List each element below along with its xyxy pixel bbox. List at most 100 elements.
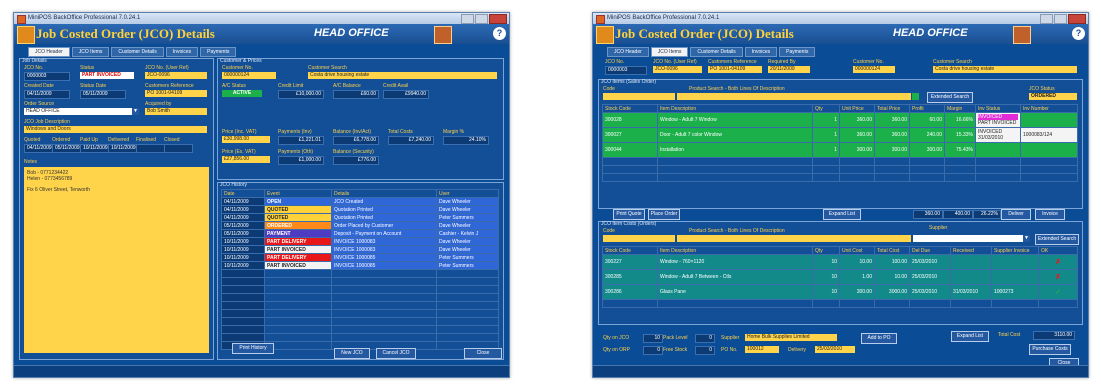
jco-user-ref-label: JCO No. (User Ref) xyxy=(653,59,697,65)
tab-jco-items[interactable]: JCO Items xyxy=(650,47,689,57)
jco-user-ref-field[interactable]: JCO-0096 xyxy=(145,72,207,79)
jco-no-field[interactable]: 0000003 xyxy=(24,72,70,81)
maximize-button[interactable] xyxy=(1054,14,1067,24)
column-header[interactable]: Unit Cost xyxy=(839,246,875,255)
table-row[interactable]: 10/11/2009 PART INVOICED INVOICE 1000083 Da… xyxy=(221,245,499,254)
chevron-down-icon[interactable]: ▼ xyxy=(132,108,139,115)
job-description-field[interactable]: Windows and Doors xyxy=(24,126,207,133)
column-header[interactable]: Del Due xyxy=(909,246,951,255)
purchase-costs-button[interactable]: Purchase Costs xyxy=(1029,344,1071,355)
chevron-down-icon[interactable]: ▼ xyxy=(1023,235,1030,242)
close-button[interactable]: Close xyxy=(464,348,502,359)
minimize-button[interactable] xyxy=(461,14,474,24)
supplier-select[interactable] xyxy=(913,235,1025,242)
print-quote-button[interactable]: Print Quote xyxy=(613,209,645,220)
column-header[interactable]: Event xyxy=(264,189,332,198)
customer-search-field[interactable]: Costa drive housing estate xyxy=(308,72,497,79)
tab-payments[interactable]: Payments xyxy=(779,47,816,57)
status-date-field[interactable]: 05/11/2009 xyxy=(80,90,126,99)
table-row[interactable]: 10/11/2009 PART DELIVERY INVOICE 1000083 Da… xyxy=(221,237,499,246)
table-row[interactable]: 05/11/2009 PAYMENT Deposit - Payment on Ac… xyxy=(221,229,499,238)
customer-ref-field[interactable]: PO 1001-04109 xyxy=(145,90,207,97)
table-row[interactable]: 300285 Window - Adult 7 Between - Ctls 10 1… xyxy=(602,269,1078,285)
table-row[interactable]: 300028 Window - Adult 7 Window 1 360.00 360.… xyxy=(602,112,1078,128)
tab-customer-details[interactable]: Customer Details xyxy=(111,47,164,57)
maximize-button[interactable] xyxy=(475,14,488,24)
table-row[interactable]: 10/11/2009 PART DELIVERY INVOICE 1000085 Pe… xyxy=(221,253,499,262)
extended-search-button[interactable]: Extended Search xyxy=(1035,234,1079,245)
table-row[interactable]: 05/11/2009 ORDERED Order Placed by Custome… xyxy=(221,221,499,230)
column-header[interactable]: OK xyxy=(1038,246,1078,255)
help-icon[interactable]: ? xyxy=(493,27,506,40)
cost-code-input[interactable] xyxy=(603,235,675,242)
created-date-field[interactable]: 04/11/2009 xyxy=(24,90,70,99)
jco-history-panel: JCO History Date Event Details User 04/1… xyxy=(217,182,504,360)
close-window-button[interactable] xyxy=(489,14,507,24)
help-icon[interactable]: ? xyxy=(1072,27,1085,40)
column-header[interactable]: Received xyxy=(950,246,992,255)
expand-list-button[interactable]: Expand List xyxy=(823,209,861,220)
column-header[interactable]: Date xyxy=(221,189,265,198)
close-window-button[interactable] xyxy=(1068,14,1086,24)
minimize-button[interactable] xyxy=(1040,14,1053,24)
notes-field[interactable]: Bob - 0771234422 Helen - 0773456789 Fix … xyxy=(24,167,209,353)
table-row[interactable]: 04/11/2009 QUOTED Quotation Printed Dave Wh… xyxy=(221,205,499,214)
customer-no-field[interactable]: 000000124 xyxy=(222,72,276,79)
new-jco-button[interactable]: New JCO xyxy=(334,348,370,359)
column-header[interactable]: Qty xyxy=(812,104,840,113)
table-row[interactable]: 300227 Window - 760×1120 10 10.00 100.00 25/0… xyxy=(602,254,1078,270)
cancel-jco-button[interactable]: Cancel JCO xyxy=(376,348,416,359)
column-header[interactable]: Qty xyxy=(812,246,840,255)
table-row[interactable]: 300044 Installation 1 300.00 300.00 300.00 75.… xyxy=(602,142,1078,158)
table-row[interactable]: 04/11/2009 QUOTED Quotation Printed Peter S… xyxy=(221,213,499,222)
extended-search-button[interactable]: Extended Search xyxy=(927,92,973,103)
tab-payments[interactable]: Payments xyxy=(200,47,237,57)
code-input[interactable] xyxy=(603,93,675,100)
table-row[interactable]: 10/11/2009 PART INVOICED INVOICE 1000085 Pe… xyxy=(221,261,499,270)
empty-cell xyxy=(839,165,875,174)
column-header[interactable]: Margin xyxy=(944,104,976,113)
table-row[interactable]: 300027 Door - Adult 7 color Window 1 360.00… xyxy=(602,127,1078,143)
column-header[interactable]: Stock Code xyxy=(602,104,658,113)
column-header[interactable]: Inv Number xyxy=(1020,104,1078,113)
logo-icon xyxy=(17,26,35,44)
deliver-button[interactable]: Deliver xyxy=(1001,209,1031,220)
column-header[interactable]: Supplier Invoice xyxy=(991,246,1039,255)
column-header[interactable]: Profit xyxy=(909,104,945,113)
column-header[interactable]: Total Price xyxy=(874,104,910,113)
tab-jco-header[interactable]: JCO Header xyxy=(28,47,70,57)
column-header[interactable]: Item Description xyxy=(657,246,813,255)
history-event: QUOTED xyxy=(264,213,332,222)
cost-product-search-input[interactable] xyxy=(677,235,911,242)
column-header[interactable]: User xyxy=(436,189,499,198)
tab-jco-header[interactable]: JCO Header xyxy=(607,47,649,57)
history-details: Deposit - Payment on Account xyxy=(331,229,437,238)
history-event: PART INVOICED xyxy=(264,245,332,254)
empty-cell xyxy=(1020,165,1078,174)
free-stock-label: Free Stock xyxy=(663,347,688,353)
place-order-button[interactable]: Place Order xyxy=(648,209,680,220)
tab-customer-details[interactable]: Customer Details xyxy=(690,47,743,57)
print-history-button[interactable]: Print History xyxy=(232,343,274,354)
table-row[interactable]: 04/11/2009 OPEN JCO Created Dave Wheeler xyxy=(221,197,499,206)
search-icon[interactable] xyxy=(912,93,919,100)
order-source-select[interactable]: HEAD OFFICE xyxy=(24,108,136,115)
invoice-button[interactable]: Invoice xyxy=(1035,209,1065,220)
tab-invoices[interactable]: Invoices xyxy=(165,47,199,57)
column-header[interactable]: Unit Price xyxy=(839,104,875,113)
column-header[interactable]: Details xyxy=(331,189,437,198)
product-search-input[interactable] xyxy=(677,93,911,100)
column-header[interactable]: Inv Status xyxy=(975,104,1021,113)
table-row[interactable]: 300286 Glass Pane 10 300.00 3000.00 25/03/201… xyxy=(602,284,1078,300)
column-header[interactable]: Item Description xyxy=(657,104,813,113)
tab-invoices[interactable]: Invoices xyxy=(744,47,778,57)
add-to-po-button[interactable]: Add to PO xyxy=(861,333,897,344)
expand-list-button-2[interactable]: Expand List xyxy=(951,331,989,342)
qty-jco-label: Qty on JCO xyxy=(603,335,630,341)
tab-jco-items[interactable]: JCO Items xyxy=(71,47,110,57)
stock-code: 300028 xyxy=(602,112,658,128)
empty-cell xyxy=(264,309,332,318)
column-header[interactable]: Total Cost xyxy=(874,246,910,255)
acquired-by-field[interactable]: Bob Smith xyxy=(145,108,207,115)
column-header[interactable]: Stock Code xyxy=(602,246,658,255)
